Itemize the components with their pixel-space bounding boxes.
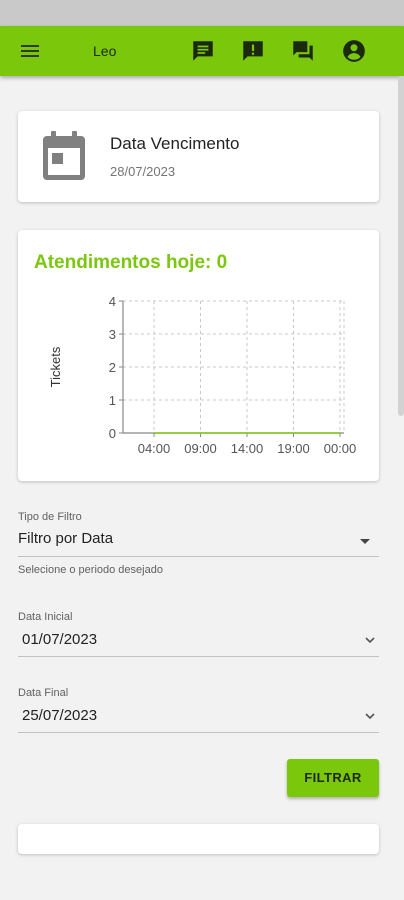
- x-tick-label: 14:00: [231, 441, 264, 456]
- chevron-down-icon[interactable]: [364, 635, 376, 645]
- y-tick-label: 0: [109, 426, 116, 441]
- bottom-card: [18, 824, 379, 854]
- end-date-value[interactable]: 25/07/2023: [22, 707, 97, 724]
- chart-card: Atendimentos hoje: 0 0 1 2 3 4 04:00 09:00 14:0…: [18, 230, 379, 481]
- dropdown-arrow-icon[interactable]: [359, 536, 371, 546]
- app-title: Leo: [93, 43, 117, 59]
- x-tick-label: 09:00: [184, 441, 217, 456]
- end-date-underline: [18, 732, 379, 733]
- chevron-down-icon[interactable]: [364, 711, 376, 721]
- alert-icon[interactable]: [240, 38, 266, 64]
- filter-type-underline: [18, 556, 379, 557]
- y-axis-label: Tickets: [48, 346, 63, 387]
- end-date-label: Data Final: [18, 687, 69, 699]
- y-tick-label: 4: [109, 294, 116, 309]
- calendar-icon: [43, 131, 85, 180]
- start-date-label: Data Inicial: [18, 611, 73, 623]
- start-date-value[interactable]: 01/07/2023: [22, 631, 97, 648]
- forum-icon[interactable]: [290, 38, 316, 64]
- app-bar: Leo: [0, 26, 404, 76]
- y-tick-label: 2: [109, 360, 116, 375]
- filter-type-label: Tipo de Filtro: [18, 511, 82, 523]
- due-date-title: Data Vencimento: [110, 134, 240, 153]
- tickets-chart: 0 1 2 3 4 04:00 09:00 14:00 19:00 00:00 Tickets: [48, 294, 357, 456]
- account-icon[interactable]: [341, 38, 367, 64]
- filter-type-help: Selecione o periodo desejado: [18, 564, 163, 576]
- due-date-card: Data Vencimento 28/07/2023: [18, 111, 379, 202]
- filter-type-value[interactable]: Filtro por Data: [18, 530, 113, 547]
- chat-icon[interactable]: [190, 38, 216, 64]
- end-date-field[interactable]: Data Final 25/07/2023: [18, 683, 379, 735]
- status-bar: [0, 0, 404, 26]
- scrollbar[interactable]: [398, 76, 404, 416]
- due-date-value: 28/07/2023: [110, 164, 176, 179]
- x-tick-label: 19:00: [277, 441, 310, 456]
- filter-type-field[interactable]: Tipo de Filtro Filtro por Data Selecione…: [18, 507, 379, 582]
- start-date-underline: [18, 656, 379, 657]
- y-tick-label: 3: [109, 327, 116, 342]
- start-date-field[interactable]: Data Inicial 01/07/2023: [18, 607, 379, 659]
- menu-icon[interactable]: [18, 39, 42, 63]
- y-tick-label: 1: [109, 393, 116, 408]
- x-tick-label: 00:00: [324, 441, 357, 456]
- filter-button[interactable]: FILTRAR: [287, 759, 379, 797]
- x-tick-label: 04:00: [138, 441, 171, 456]
